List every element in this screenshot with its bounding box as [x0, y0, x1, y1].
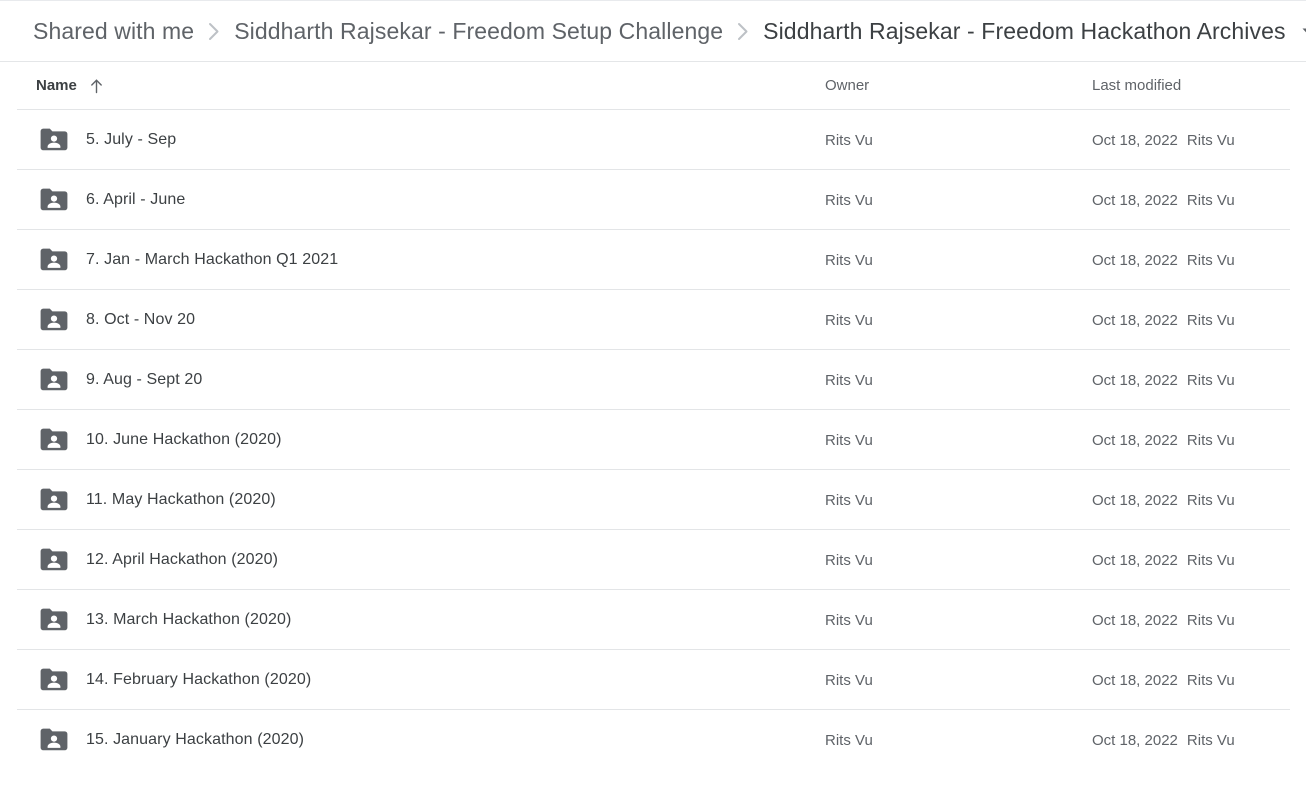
last-modified-date: Oct 18, 2022 [1092, 731, 1178, 749]
file-last-modified: Oct 18, 2022 Rits Vu [1092, 290, 1235, 350]
column-header-name-label: Name [36, 77, 77, 94]
shared-folder-icon [38, 410, 68, 470]
table-row[interactable]: 12. April Hackathon (2020) Rits Vu Oct 18,… [0, 530, 1306, 590]
file-last-modified: Oct 18, 2022 Rits Vu [1092, 170, 1235, 230]
last-modified-date: Oct 18, 2022 [1092, 371, 1178, 389]
last-modified-date: Oct 18, 2022 [1092, 191, 1178, 209]
last-modified-date: Oct 18, 2022 [1092, 431, 1178, 449]
table-row[interactable]: 6. April - June Rits Vu Oct 18, 2022 Rits V… [0, 170, 1306, 230]
breadcrumb: Shared with me Siddharth Rajsekar - Free… [0, 1, 1306, 62]
shared-folder-icon [38, 470, 68, 530]
file-owner: Rits Vu [825, 551, 873, 569]
file-last-modified: Oct 18, 2022 Rits Vu [1092, 530, 1235, 590]
last-modified-by: Rits Vu [1186, 491, 1235, 509]
file-name[interactable]: 11. May Hackathon (2020) [86, 470, 276, 530]
file-name[interactable]: 15. January Hackathon (2020) [86, 710, 304, 770]
file-name[interactable]: 5. July - Sep [86, 110, 176, 170]
last-modified-by: Rits Vu [1186, 551, 1235, 569]
shared-folder-icon [38, 290, 68, 350]
file-last-modified: Oct 18, 2022 Rits Vu [1092, 650, 1235, 710]
last-modified-by: Rits Vu [1186, 191, 1235, 209]
table-row[interactable]: 10. June Hackathon (2020) Rits Vu Oct 18, … [0, 410, 1306, 470]
table-row[interactable]: 13. March Hackathon (2020) Rits Vu Oct 18,… [0, 590, 1306, 650]
file-last-modified: Oct 18, 2022 Rits Vu [1092, 110, 1235, 170]
table-row[interactable]: 7. Jan - March Hackathon Q1 2021 Rits Vu O… [0, 230, 1306, 290]
file-last-modified: Oct 18, 2022 Rits Vu [1092, 710, 1235, 770]
file-last-modified: Oct 18, 2022 Rits Vu [1092, 230, 1235, 290]
file-name[interactable]: 14. February Hackathon (2020) [86, 650, 311, 710]
arrow-up-icon[interactable] [89, 78, 104, 94]
last-modified-by: Rits Vu [1186, 671, 1235, 689]
chevron-right-icon [723, 22, 763, 41]
last-modified-by: Rits Vu [1186, 251, 1235, 269]
last-modified-by: Rits Vu [1186, 431, 1235, 449]
file-last-modified: Oct 18, 2022 Rits Vu [1092, 470, 1235, 530]
shared-folder-icon [38, 650, 68, 710]
table-row[interactable]: 11. May Hackathon (2020) Rits Vu Oct 18, 2… [0, 470, 1306, 530]
breadcrumb-item-freedom-setup-challenge[interactable]: Siddharth Rajsekar - Freedom Setup Chall… [234, 18, 723, 45]
last-modified-by: Rits Vu [1186, 311, 1235, 329]
file-name[interactable]: 12. April Hackathon (2020) [86, 530, 278, 590]
file-last-modified: Oct 18, 2022 Rits Vu [1092, 590, 1235, 650]
file-owner: Rits Vu [825, 611, 873, 629]
last-modified-date: Oct 18, 2022 [1092, 551, 1178, 569]
file-owner: Rits Vu [825, 191, 873, 209]
shared-folder-icon [38, 710, 68, 770]
last-modified-by: Rits Vu [1186, 131, 1235, 149]
file-owner: Rits Vu [825, 371, 873, 389]
last-modified-date: Oct 18, 2022 [1092, 311, 1178, 329]
column-header-name[interactable]: Name [36, 76, 104, 96]
table-row[interactable]: 5. July - Sep Rits Vu Oct 18, 2022 Rits Vu [0, 110, 1306, 170]
table-row[interactable]: 8. Oct - Nov 20 Rits Vu Oct 18, 2022 Rits V… [0, 290, 1306, 350]
file-name[interactable]: 10. June Hackathon (2020) [86, 410, 282, 470]
last-modified-date: Oct 18, 2022 [1092, 131, 1178, 149]
file-list: 5. July - Sep Rits Vu Oct 18, 2022 Rits Vu … [0, 110, 1306, 770]
last-modified-by: Rits Vu [1186, 371, 1235, 389]
last-modified-date: Oct 18, 2022 [1092, 491, 1178, 509]
breadcrumb-item-shared-with-me[interactable]: Shared with me [33, 18, 194, 45]
shared-folder-icon [38, 530, 68, 590]
last-modified-by: Rits Vu [1186, 731, 1235, 749]
file-owner: Rits Vu [825, 491, 873, 509]
file-name[interactable]: 9. Aug - Sept 20 [86, 350, 202, 410]
file-owner: Rits Vu [825, 671, 873, 689]
file-last-modified: Oct 18, 2022 Rits Vu [1092, 410, 1235, 470]
last-modified-date: Oct 18, 2022 [1092, 611, 1178, 629]
file-owner: Rits Vu [825, 431, 873, 449]
last-modified-by: Rits Vu [1186, 611, 1235, 629]
file-name[interactable]: 6. April - June [86, 170, 185, 230]
file-name[interactable]: 7. Jan - March Hackathon Q1 2021 [86, 230, 338, 290]
column-header-owner[interactable]: Owner [825, 76, 869, 96]
file-name[interactable]: 8. Oct - Nov 20 [86, 290, 195, 350]
file-name[interactable]: 13. March Hackathon (2020) [86, 590, 291, 650]
table-row[interactable]: 9. Aug - Sept 20 Rits Vu Oct 18, 2022 Rits … [0, 350, 1306, 410]
file-owner: Rits Vu [825, 731, 873, 749]
file-owner: Rits Vu [825, 251, 873, 269]
file-owner: Rits Vu [825, 311, 873, 329]
table-row[interactable]: 15. January Hackathon (2020) Rits Vu Oct 1… [0, 710, 1306, 770]
last-modified-date: Oct 18, 2022 [1092, 671, 1178, 689]
file-last-modified: Oct 18, 2022 Rits Vu [1092, 350, 1235, 410]
table-row[interactable]: 14. February Hackathon (2020) Rits Vu Oct … [0, 650, 1306, 710]
column-headers: Name Owner Last modified [0, 62, 1306, 110]
shared-folder-icon [38, 350, 68, 410]
shared-folder-icon [38, 110, 68, 170]
chevron-right-icon [194, 22, 234, 41]
file-browser: Shared with me Siddharth Rajsekar - Free… [0, 0, 1306, 791]
caret-down-icon[interactable] [1300, 23, 1306, 39]
column-header-last-modified[interactable]: Last modified [1092, 76, 1181, 96]
breadcrumb-item-freedom-hackathon-archives[interactable]: Siddharth Rajsekar - Freedom Hackathon A… [763, 18, 1285, 45]
file-owner: Rits Vu [825, 131, 873, 149]
shared-folder-icon [38, 170, 68, 230]
shared-folder-icon [38, 590, 68, 650]
last-modified-date: Oct 18, 2022 [1092, 251, 1178, 269]
shared-folder-icon [38, 230, 68, 290]
